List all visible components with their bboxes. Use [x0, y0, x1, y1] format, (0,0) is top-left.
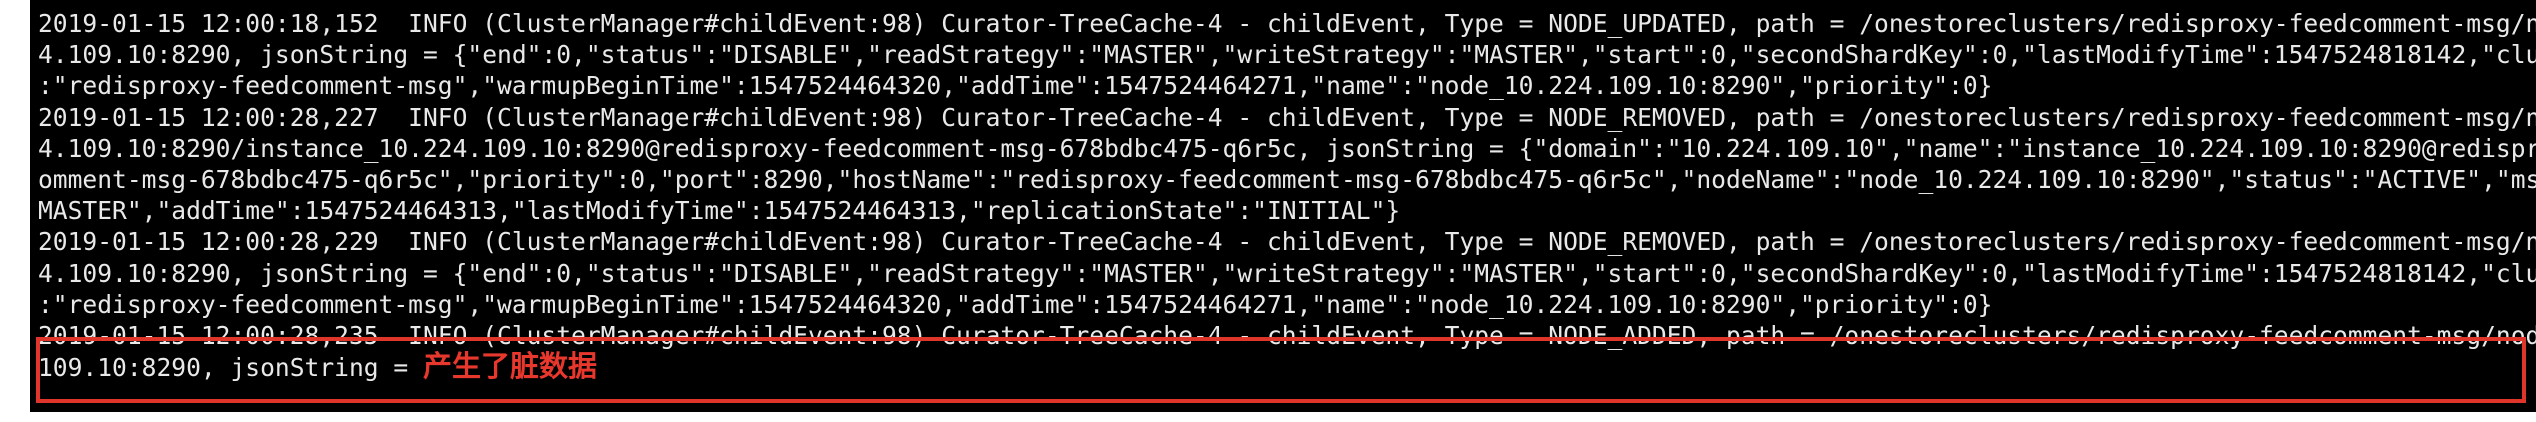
highlight-box	[36, 337, 2526, 403]
log-line-10: :"redisproxy-feedcomment-msg","warmupBeg…	[38, 289, 1993, 319]
log-line-6: omment-msg-678bdbc475-q6r5c","priority":…	[38, 164, 2536, 194]
page-margin	[0, 412, 2536, 422]
log-line-7: MASTER","addTime":1547524464313,"lastMod…	[38, 196, 1401, 226]
log-line-9: 4.109.10:8290, jsonString = {"end":0,"st…	[38, 258, 2536, 288]
log-line-1: 2019-01-15 12:00:18,152 INFO (ClusterMan…	[38, 9, 2536, 38]
log-output[interactable]: 2019-01-15 12:00:18,152 INFO (ClusterMan…	[38, 8, 2536, 382]
log-line-8: 2019-01-15 12:00:28,229 INFO (ClusterMan…	[38, 227, 2536, 257]
log-line-2: 4.109.10:8290, jsonString = {"end":0,"st…	[38, 40, 2536, 70]
log-line-3: :"redisproxy-feedcomment-msg","warmupBeg…	[38, 71, 1993, 101]
log-line-5: 4.109.10:8290/instance_10.224.109.10:829…	[38, 133, 2536, 163]
log-line-4: 2019-01-15 12:00:28,227 INFO (ClusterMan…	[38, 102, 2536, 132]
